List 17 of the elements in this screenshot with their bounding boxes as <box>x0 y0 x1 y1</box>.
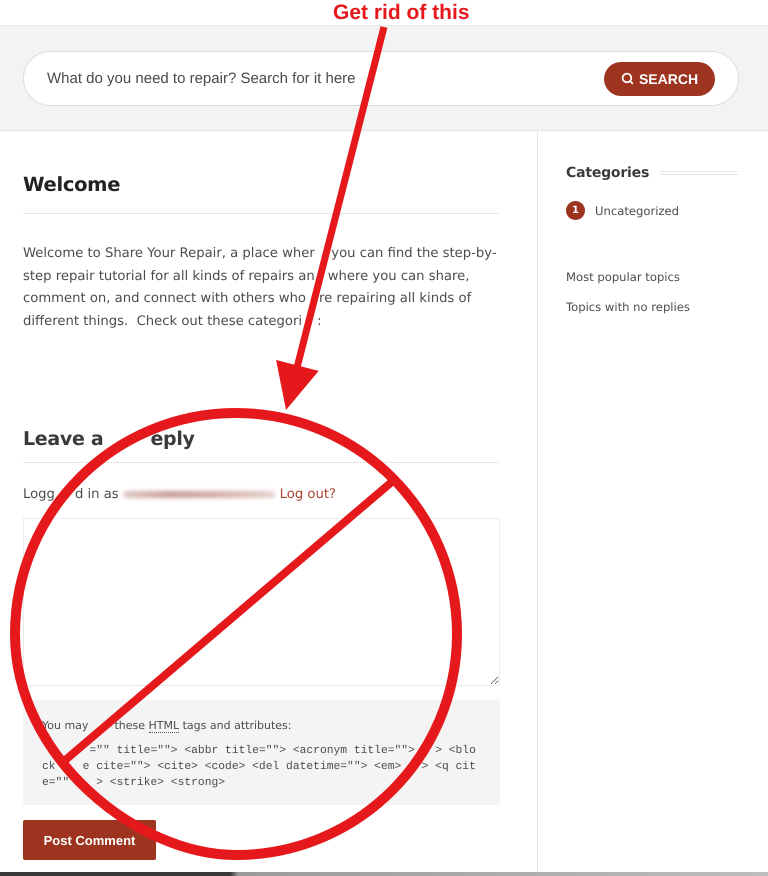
search-icon <box>620 72 634 85</box>
category-link[interactable]: Uncategorized <box>595 202 680 220</box>
post-comment-button[interactable]: Post Comment <box>23 820 156 860</box>
comment-field[interactable] <box>23 518 500 686</box>
search-field[interactable]: What do you need to repair? Search for it here SEARCH <box>23 51 739 106</box>
welcome-text: Welcome to Share Your Repair, a place wher you can find the step-by-step repair tutorial for all kinds of repairs an where you can share, comment on, and connect with others who re repairing all kinds of different things. Check out these categori : <box>23 245 498 331</box>
section-heading: Welcome <box>23 171 499 214</box>
annotation-text: Get rid of this <box>333 0 470 24</box>
count-badge: 1 <box>566 201 585 220</box>
section-heading: Leave a eply <box>23 425 499 464</box>
topic-link[interactable]: Topics with no replies <box>566 298 690 316</box>
search-button[interactable]: SEARCH <box>604 62 715 96</box>
topic-link[interactable]: Most popular topics <box>566 268 680 286</box>
logout-link[interactable]: Log out? <box>280 486 336 502</box>
allowed-tags-code: ="" title=""> <abbr title=""> <acronym title=""> > <blo ck e cite=""> <cite> <code> <del datetime=""> <em> > <q cit e="" > <strike> <strong> <box>42 744 476 791</box>
sidebar-heading: Categories <box>566 164 650 183</box>
logged-in-label: Logg d in as <box>23 486 119 502</box>
